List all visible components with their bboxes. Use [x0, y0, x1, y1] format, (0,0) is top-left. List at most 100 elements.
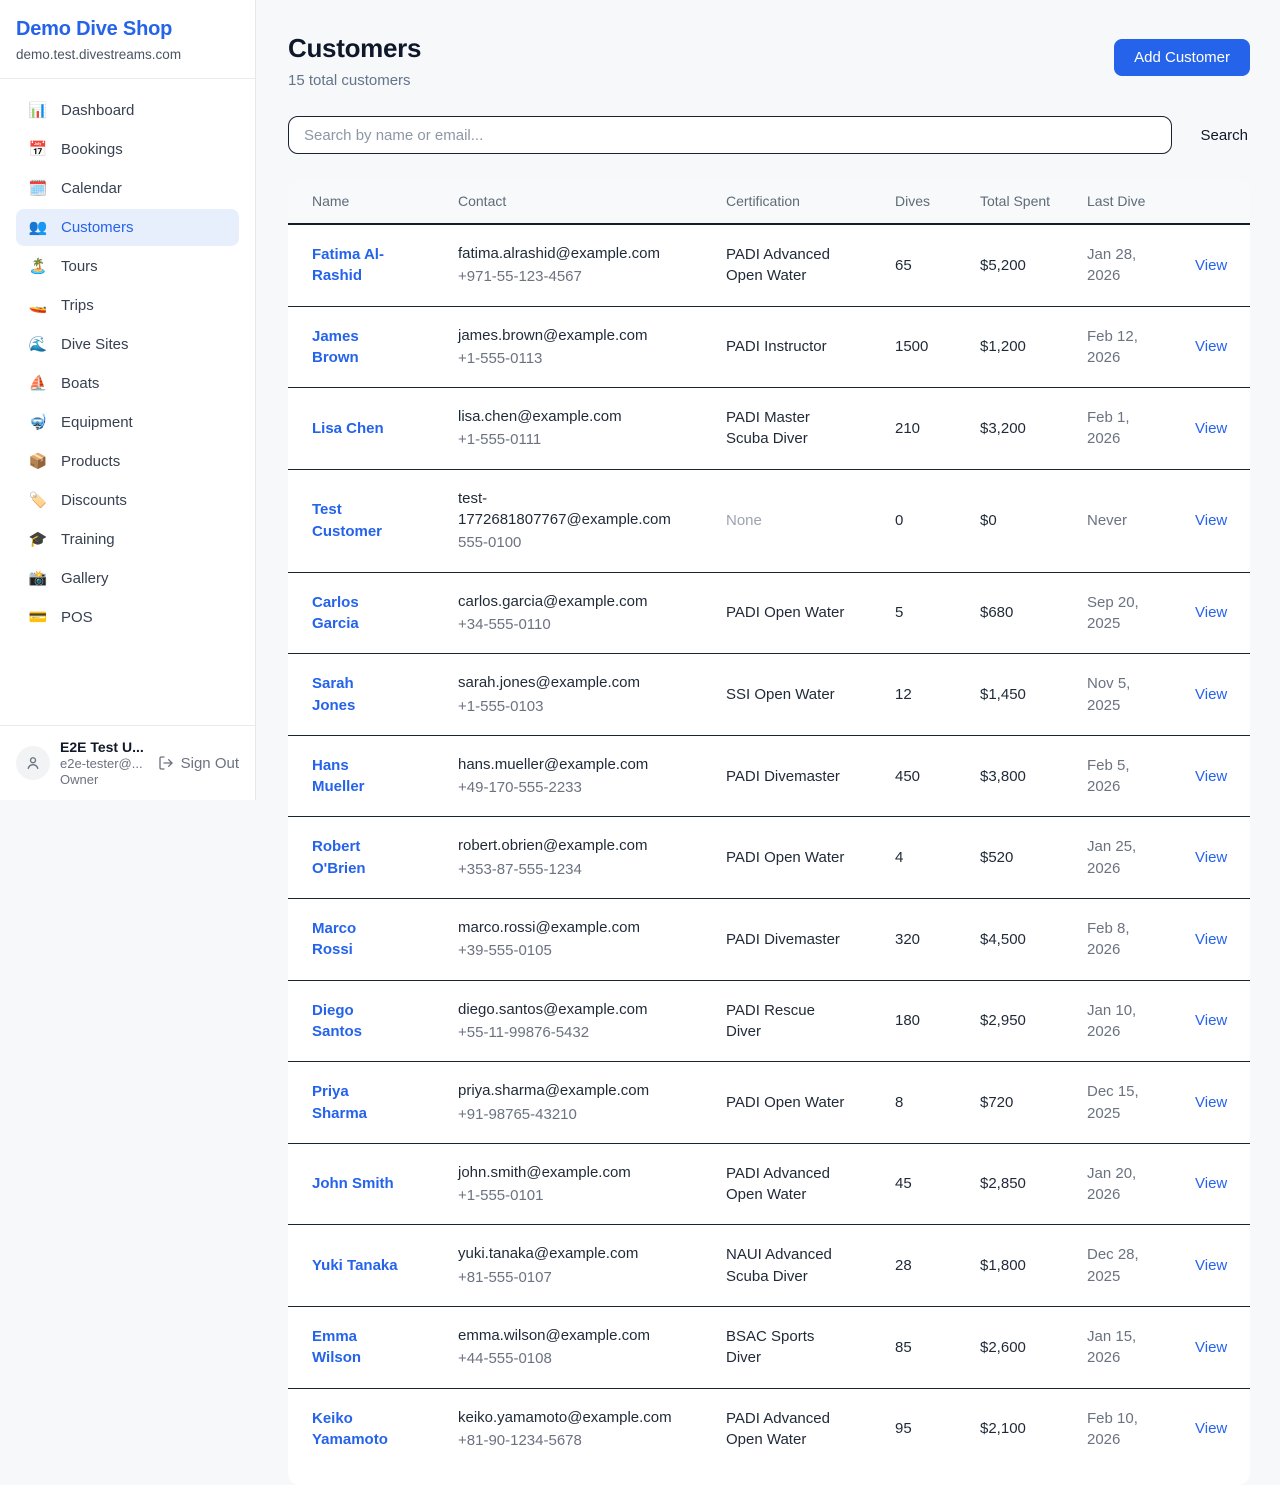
diving-mask-icon: 🤿 [28, 415, 48, 430]
user-meta: E2E Test U... e2e-tester@... Owner [60, 739, 148, 787]
customer-total-spent: $0 [980, 469, 1087, 572]
customer-certification: PADI Advanced Open Water [726, 1143, 895, 1225]
customers-table-card: Name Contact Certification Dives Total S… [288, 180, 1250, 1485]
customer-name-link[interactable]: Sarah Jones [312, 673, 400, 716]
sidebar-item-products[interactable]: 📦 Products [16, 443, 239, 480]
customer-total-spent: $1,200 [980, 306, 1087, 388]
sign-out-button[interactable]: Sign Out [158, 755, 239, 772]
customer-count: 15 total customers [288, 72, 421, 89]
customer-email: yuki.tanaka@example.com [458, 1243, 678, 1264]
customer-name-link[interactable]: Carlos Garcia [312, 592, 400, 635]
column-header-contact: Contact [458, 180, 726, 224]
view-customer-link[interactable]: View [1195, 768, 1227, 785]
view-customer-link[interactable]: View [1195, 1094, 1227, 1111]
sidebar-item-training[interactable]: 🎓 Training [16, 521, 239, 558]
view-customer-link[interactable]: View [1195, 604, 1227, 621]
customer-name-link[interactable]: Robert O'Brien [312, 836, 400, 879]
customer-name-link[interactable]: Priya Sharma [312, 1081, 400, 1124]
column-header-actions [1195, 180, 1250, 224]
view-customer-link[interactable]: View [1195, 257, 1227, 274]
customer-name-link[interactable]: Test Customer [312, 499, 400, 542]
customer-total-spent: $2,950 [980, 980, 1087, 1062]
customer-email: emma.wilson@example.com [458, 1325, 678, 1346]
sidebar-item-bookings[interactable]: 📅 Bookings [16, 131, 239, 168]
customer-email: hans.mueller@example.com [458, 754, 678, 775]
view-customer-link[interactable]: View [1195, 1257, 1227, 1274]
bar-chart-icon: 📊 [28, 103, 48, 118]
table-row: Marco Rossi marco.rossi@example.com +39-… [288, 899, 1250, 981]
customer-name-link[interactable]: Fatima Al-Rashid [312, 244, 400, 287]
customer-email: carlos.garcia@example.com [458, 591, 678, 612]
customer-last-dive: Never [1087, 469, 1195, 572]
customer-total-spent: $1,450 [980, 654, 1087, 736]
customer-email: sarah.jones@example.com [458, 672, 678, 693]
sidebar-item-trips[interactable]: 🚤 Trips [16, 287, 239, 324]
customer-name-link[interactable]: Marco Rossi [312, 918, 400, 961]
table-row: Priya Sharma priya.sharma@example.com +9… [288, 1062, 1250, 1144]
customer-dives: 45 [895, 1143, 980, 1225]
user-name: E2E Test U... [60, 739, 148, 755]
column-header-last-dive: Last Dive [1087, 180, 1195, 224]
customer-last-dive: Feb 1, 2026 [1087, 388, 1195, 470]
sidebar-item-customers[interactable]: 👥 Customers [16, 209, 239, 246]
customer-name-link[interactable]: Diego Santos [312, 1000, 400, 1043]
customer-certification: PADI Master Scuba Diver [726, 388, 895, 470]
sidebar-item-dashboard[interactable]: 📊 Dashboard [16, 92, 239, 129]
customer-last-dive: Feb 5, 2026 [1087, 735, 1195, 817]
customer-phone: +1-555-0101 [458, 1185, 678, 1206]
sidebar-item-calendar[interactable]: 🗓️ Calendar [16, 170, 239, 207]
view-customer-link[interactable]: View [1195, 1175, 1227, 1192]
sidebar-item-discounts[interactable]: 🏷️ Discounts [16, 482, 239, 519]
logout-icon [158, 755, 174, 771]
table-row: Sarah Jones sarah.jones@example.com +1-5… [288, 654, 1250, 736]
customer-name-link[interactable]: Emma Wilson [312, 1326, 400, 1369]
customer-name-link[interactable]: Hans Mueller [312, 755, 400, 798]
customer-name-link[interactable]: John Smith [312, 1173, 394, 1194]
view-customer-link[interactable]: View [1195, 512, 1227, 529]
page-title: Customers [288, 33, 421, 64]
customer-certification: PADI Advanced Open Water [726, 224, 895, 306]
view-customer-link[interactable]: View [1195, 931, 1227, 948]
view-customer-link[interactable]: View [1195, 686, 1227, 703]
customer-total-spent: $520 [980, 817, 1087, 899]
view-customer-link[interactable]: View [1195, 338, 1227, 355]
sidebar-item-boats[interactable]: ⛵ Boats [16, 365, 239, 402]
customer-dives: 95 [895, 1388, 980, 1469]
customer-last-dive: Jan 20, 2026 [1087, 1143, 1195, 1225]
customer-name-link[interactable]: Keiko Yamamoto [312, 1408, 400, 1451]
customer-name-link[interactable]: Yuki Tanaka [312, 1255, 398, 1276]
view-customer-link[interactable]: View [1195, 420, 1227, 437]
sidebar-item-gallery[interactable]: 📸 Gallery [16, 560, 239, 597]
customer-last-dive: Dec 15, 2025 [1087, 1062, 1195, 1144]
customer-phone: 555-0100 [458, 532, 678, 553]
search-input[interactable] [288, 116, 1172, 154]
customer-certification: PADI Advanced Open Water [726, 1388, 895, 1469]
search-button[interactable]: Search [1198, 121, 1250, 150]
user-email: e2e-tester@... [60, 756, 148, 771]
view-customer-link[interactable]: View [1195, 1420, 1227, 1437]
customer-last-dive: Dec 28, 2025 [1087, 1225, 1195, 1307]
shop-subdomain: demo.test.divestreams.com [16, 47, 231, 62]
customer-email: lisa.chen@example.com [458, 406, 678, 427]
customer-name-link[interactable]: Lisa Chen [312, 418, 384, 439]
customer-dives: 1500 [895, 306, 980, 388]
view-customer-link[interactable]: View [1195, 1012, 1227, 1029]
sidebar-item-equipment[interactable]: 🤿 Equipment [16, 404, 239, 441]
sidebar-item-dive-sites[interactable]: 🌊 Dive Sites [16, 326, 239, 363]
column-header-certification: Certification [726, 180, 895, 224]
sidebar-item-tours[interactable]: 🏝️ Tours [16, 248, 239, 285]
table-row: James Brown james.brown@example.com +1-5… [288, 306, 1250, 388]
customer-total-spent: $4,500 [980, 899, 1087, 981]
customer-phone: +1-555-0103 [458, 696, 678, 717]
customer-name-link[interactable]: James Brown [312, 326, 400, 369]
table-row: Robert O'Brien robert.obrien@example.com… [288, 817, 1250, 899]
camera-flash-icon: 📸 [28, 571, 48, 586]
customer-total-spent: $2,850 [980, 1143, 1087, 1225]
customer-email: marco.rossi@example.com [458, 917, 678, 938]
table-row: Test Customer test-1772681807767@example… [288, 469, 1250, 572]
customer-dives: 0 [895, 469, 980, 572]
sidebar-item-pos[interactable]: 💳 POS [16, 599, 239, 636]
add-customer-button[interactable]: Add Customer [1114, 39, 1250, 76]
view-customer-link[interactable]: View [1195, 849, 1227, 866]
view-customer-link[interactable]: View [1195, 1339, 1227, 1356]
